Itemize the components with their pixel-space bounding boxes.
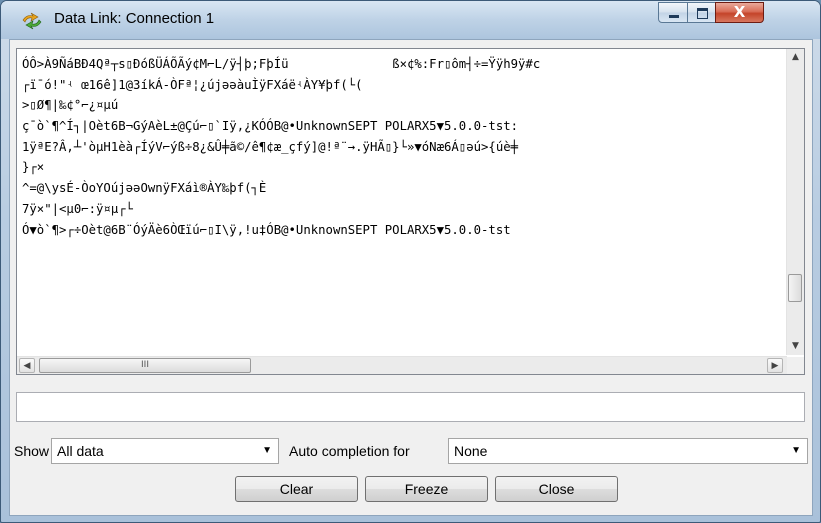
caption-buttons: X <box>658 2 808 24</box>
close-button[interactable]: Close <box>495 476 618 502</box>
log-line: 1ÿªE?Â,┴'òµH1èà┌ÍýV⌐ýß÷8¿&Û╪ã©/ê¶¢æ_çfý]… <box>22 139 519 154</box>
log-line: Ó▼ò`¶>┌÷Oèt@6B¨ÓýÄè6ÒŒïú⌐▯I\ÿ,!u‡ÓB@•Unk… <box>22 222 511 237</box>
data-link-window: Data Link: Connection 1 X ÓÔ>À9ÑáBÐ4Qª┬s… <box>0 0 821 523</box>
chevron-down-icon: ▼ <box>262 445 272 456</box>
show-label: Show <box>14 443 50 459</box>
data-link-icon <box>22 12 42 30</box>
send-input[interactable] <box>16 392 805 422</box>
minimize-button[interactable] <box>658 2 688 23</box>
log-line: }┌× <box>22 160 45 175</box>
minimize-icon <box>669 15 679 18</box>
title-bar[interactable]: Data Link: Connection 1 X <box>1 1 820 39</box>
maximize-button[interactable] <box>687 2 716 23</box>
window-title: Data Link: Connection 1 <box>54 10 215 27</box>
autocompletion-select[interactable]: None ▼ <box>448 438 808 464</box>
autocompletion-select-value: None <box>454 443 488 459</box>
scroll-right-icon[interactable]: ▶ <box>767 358 783 373</box>
maximize-icon <box>697 8 708 19</box>
horizontal-scrollbar[interactable]: ◀ III ▶ <box>17 356 787 374</box>
scroll-down-icon[interactable]: ▼ <box>787 338 804 355</box>
data-log[interactable]: ÓÔ>À9ÑáBÐ4Qª┬s▯ÐóßÜÁÕÃý¢M⌐L/ÿ┤þ;FþÍü ß×¢… <box>16 48 805 375</box>
log-line: ┌ï¯ó!"ʵ œ16ê]1@3íkÁ-ÒFª¦¿újǝəàuÌÿFXáëʵÀY… <box>22 77 363 92</box>
autocompletion-label: Auto completion for <box>289 443 410 459</box>
log-line: ^=@\ysÉ-ÒoYOújǝəOwnÿFXáì®ÀY‰þf(┐È <box>22 181 267 196</box>
clear-button[interactable]: Clear <box>235 476 358 502</box>
log-lines: ÓÔ>À9ÑáBÐ4Qª┬s▯ÐóßÜÁÕÃý¢M⌐L/ÿ┤þ;FþÍü ß×¢… <box>22 54 788 354</box>
vertical-scrollbar[interactable]: ▲ ▼ <box>786 49 804 355</box>
show-select-value: All data <box>57 443 104 459</box>
vertical-scroll-thumb[interactable] <box>788 274 802 302</box>
scroll-left-icon[interactable]: ◀ <box>19 358 35 373</box>
show-select[interactable]: All data ▼ <box>51 438 279 464</box>
chevron-down-icon: ▼ <box>791 445 801 456</box>
dialog-body: ÓÔ>À9ÑáBÐ4Qª┬s▯ÐóßÜÁÕÃý¢M⌐L/ÿ┤þ;FþÍü ß×¢… <box>9 39 813 516</box>
freeze-button[interactable]: Freeze <box>365 476 488 502</box>
scroll-corner <box>787 357 804 374</box>
horizontal-scroll-thumb[interactable]: III <box>39 358 251 373</box>
log-line: 7ÿ×"|<µ0⌐:ÿ¤µ┌└ <box>22 201 134 216</box>
close-window-button[interactable]: X <box>715 2 764 23</box>
log-line: ÓÔ>À9ÑáBÐ4Qª┬s▯ÐóßÜÁÕÃý¢M⌐L/ÿ┤þ;FþÍü ß×¢… <box>22 57 541 71</box>
close-icon: X <box>733 3 746 21</box>
log-line: ç¯ò`¶^Í┐|Oèt6B¬GýAèL±@Çú⌐▯`Iÿ,¿KÓÓB@•Unk… <box>22 119 519 134</box>
scroll-up-icon[interactable]: ▲ <box>787 49 804 66</box>
log-line: >▯Ø¶|‰¢°⌐¿¤µú <box>22 98 119 113</box>
